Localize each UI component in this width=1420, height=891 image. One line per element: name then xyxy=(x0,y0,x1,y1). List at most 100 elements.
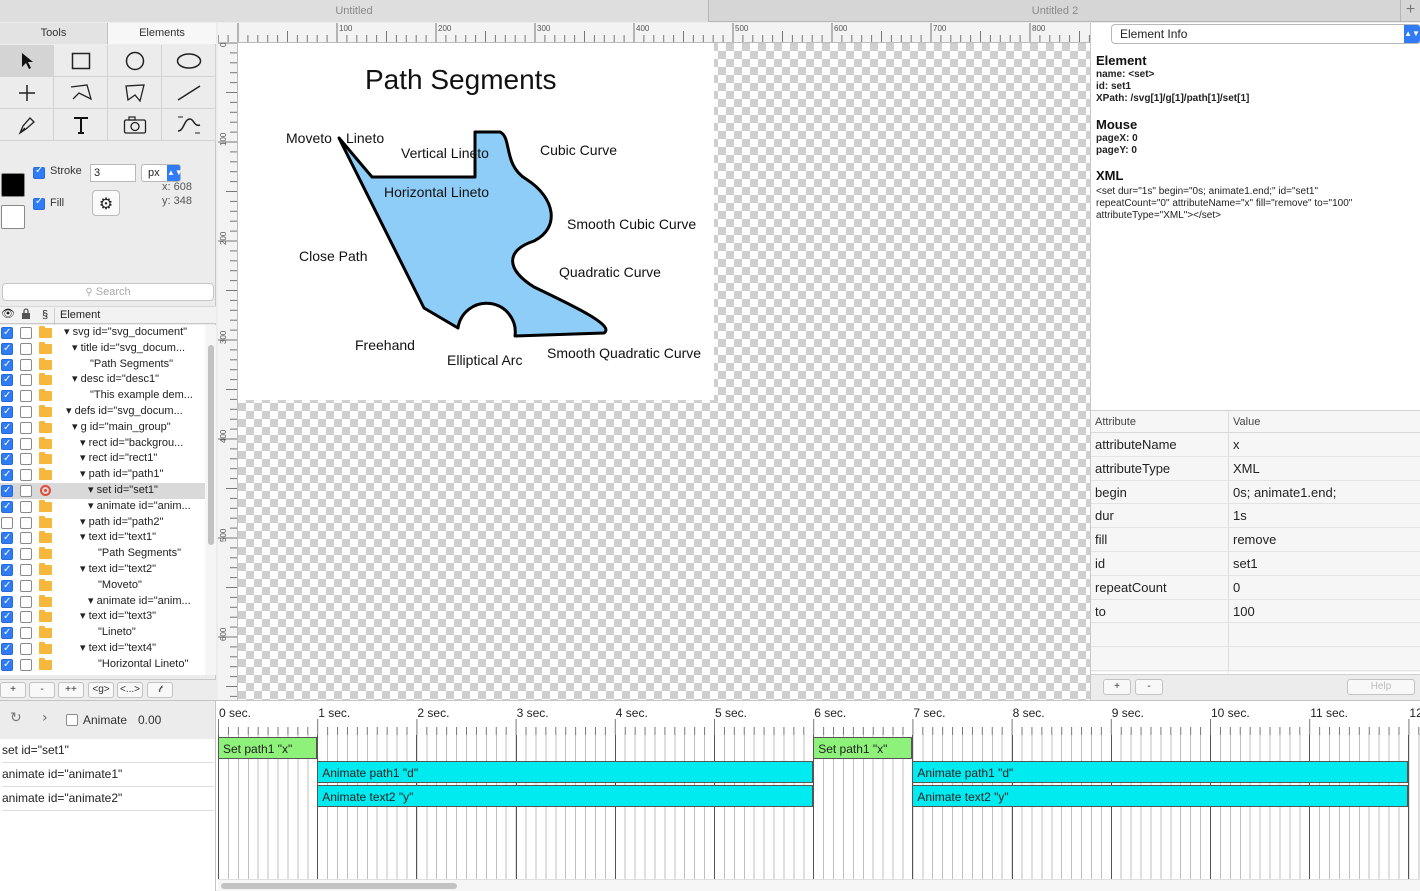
lock-checkbox[interactable] xyxy=(20,595,32,608)
lock-checkbox[interactable] xyxy=(20,421,32,434)
visibility-checkbox[interactable] xyxy=(1,516,13,529)
label-lineto[interactable]: Lineto xyxy=(346,130,384,146)
lock-checkbox[interactable] xyxy=(20,374,32,387)
tree-row[interactable]: ▾ text id="text1" xyxy=(0,530,205,546)
tree-row[interactable]: ▾ animate id="anim... xyxy=(0,499,205,515)
tree-row[interactable]: ▾ set id="set1" xyxy=(0,483,205,499)
help-button[interactable]: Help xyxy=(1347,679,1415,695)
drawing-title[interactable]: Path Segments xyxy=(365,64,556,95)
lock-checkbox[interactable] xyxy=(20,390,32,403)
lock-checkbox[interactable] xyxy=(20,358,32,371)
tree-row[interactable]: ▾ rect id="backgrou... xyxy=(0,436,205,452)
tree-row[interactable]: ▾ g id="main_group" xyxy=(0,420,205,436)
attribute-value[interactable]: x xyxy=(1233,433,1240,456)
attribute-row[interactable]: to 100 xyxy=(1091,600,1420,624)
track-label-animate1[interactable]: animate id="animate1" xyxy=(2,763,214,787)
timeline-bar[interactable]: Animate text2 "y" xyxy=(912,785,1409,807)
attribute-value[interactable]: XML xyxy=(1233,457,1260,480)
tree-row[interactable]: ▾ path id="path2" xyxy=(0,515,205,531)
lock-checkbox[interactable] xyxy=(20,453,32,466)
label-smooth-quadratic-curve[interactable]: Smooth Quadratic Curve xyxy=(547,345,701,361)
timeline-bar[interactable]: Animate path1 "d" xyxy=(912,761,1409,783)
timeline-bar[interactable]: Animate path1 "d" xyxy=(317,761,814,783)
stroke-color-swatch[interactable] xyxy=(1,173,25,197)
visibility-checkbox[interactable] xyxy=(1,357,13,372)
animate-checkbox[interactable] xyxy=(66,714,78,726)
info-panel-select[interactable]: Element Info ▲▼ xyxy=(1111,24,1420,44)
visibility-checkbox[interactable] xyxy=(1,483,13,498)
add-element-button[interactable]: + xyxy=(0,682,26,698)
duplicate-element-button[interactable]: ++ xyxy=(58,682,84,698)
attribute-column-header[interactable]: Attribute xyxy=(1095,416,1136,428)
value-column-header[interactable]: Value xyxy=(1233,416,1260,428)
attribute-row[interactable]: repeatCount 0 xyxy=(1091,576,1420,600)
visibility-checkbox[interactable] xyxy=(1,609,13,624)
timeline-ruler[interactable]: 0 sec. 1 sec. 2 sec. 3 sec. 4 sec. 5 sec. 6 se… xyxy=(218,701,1420,735)
tree-row[interactable]: ▾ text id="text4" xyxy=(0,641,205,657)
attribute-value[interactable]: 0 xyxy=(1233,576,1240,599)
attribute-row[interactable]: begin 0s; animate1.end; xyxy=(1091,481,1420,505)
tree-row[interactable]: "Horizontal Lineto" xyxy=(0,657,205,673)
track-label-set1[interactable]: set id="set1" xyxy=(2,739,214,763)
lock-checkbox[interactable] xyxy=(20,548,32,561)
lock-checkbox[interactable] xyxy=(20,643,32,655)
label-horizontal-lineto[interactable]: Horizontal Lineto xyxy=(384,184,489,200)
visibility-checkbox[interactable] xyxy=(1,420,13,435)
tree-row[interactable]: "This example dem... xyxy=(0,388,205,404)
label-elliptical-arc[interactable]: Elliptical Arc xyxy=(447,352,522,368)
stroke-checkbox[interactable] xyxy=(33,165,45,179)
play-icon[interactable]: › xyxy=(42,710,48,726)
document-tab-untitled[interactable]: Untitled xyxy=(0,0,709,22)
tree-row[interactable]: ▾ text id="text2" xyxy=(0,562,205,578)
arrow-tool-button[interactable] xyxy=(0,45,54,77)
label-moveto[interactable]: Moveto xyxy=(286,130,332,146)
attribute-row[interactable]: fill remove xyxy=(1091,528,1420,552)
lock-icon[interactable] xyxy=(21,308,31,323)
rectangle-tool-button[interactable] xyxy=(54,45,108,77)
lock-checkbox[interactable] xyxy=(20,532,32,545)
label-vertical-lineto[interactable]: Vertical Lineto xyxy=(401,145,489,161)
visibility-checkbox[interactable] xyxy=(1,578,13,593)
remove-attribute-button[interactable]: - xyxy=(1135,679,1163,695)
timeline-scrollbar-thumb[interactable] xyxy=(221,883,457,889)
visibility-checkbox[interactable] xyxy=(1,546,13,561)
attribute-row[interactable]: id set1 xyxy=(1091,552,1420,576)
lock-checkbox[interactable] xyxy=(20,469,32,482)
svg-document[interactable]: Path Segments Moveto Lineto Vertical Lin… xyxy=(238,43,714,400)
lock-checkbox[interactable] xyxy=(20,327,32,339)
lock-checkbox[interactable] xyxy=(20,579,32,592)
lock-checkbox[interactable] xyxy=(20,500,32,513)
attribute-value[interactable]: 1s xyxy=(1233,504,1247,527)
fill-checkbox[interactable] xyxy=(33,196,45,210)
tree-row[interactable]: "Path Segments" xyxy=(0,357,205,373)
tree-row[interactable]: ▾ title id="svg_docum... xyxy=(0,341,205,357)
tree-row[interactable]: "Path Segments" xyxy=(0,546,205,562)
timeline-bar[interactable]: Set path1 "x" xyxy=(813,737,913,759)
tree-row[interactable]: ▾ rect id="rect1" xyxy=(0,451,205,467)
visibility-checkbox[interactable] xyxy=(1,451,13,466)
tree-row[interactable]: ▾ svg id="svg_document" xyxy=(0,325,205,341)
visibility-checkbox[interactable] xyxy=(1,341,13,356)
eye-icon[interactable]: 👁 xyxy=(1,307,15,320)
attribute-row[interactable]: dur 1s xyxy=(1091,504,1420,529)
text-tool-button[interactable] xyxy=(54,109,108,141)
visibility-checkbox[interactable] xyxy=(1,467,13,482)
tree-row[interactable]: ▾ path id="path1" xyxy=(0,467,205,483)
pen-tool-button[interactable] xyxy=(0,109,54,141)
lock-checkbox[interactable] xyxy=(20,564,32,576)
fill-color-swatch[interactable] xyxy=(1,205,25,229)
visibility-checkbox[interactable] xyxy=(1,594,13,609)
add-attribute-button[interactable]: + xyxy=(1103,679,1131,695)
new-tab-button[interactable]: + xyxy=(1400,0,1420,22)
lock-checkbox[interactable] xyxy=(20,406,32,418)
lock-checkbox[interactable] xyxy=(20,516,32,529)
crosshair-tool-button[interactable] xyxy=(0,77,54,109)
timeline-scrollbar[interactable] xyxy=(218,879,1420,891)
circle-tool-button[interactable] xyxy=(108,45,162,77)
attribute-value[interactable]: 100 xyxy=(1233,600,1255,623)
ellipse-tool-button[interactable] xyxy=(162,45,216,77)
lock-checkbox[interactable] xyxy=(20,627,32,640)
tree-row[interactable]: "Moveto" xyxy=(0,578,205,594)
reset-icon[interactable]: ↻ xyxy=(10,710,22,726)
search-field[interactable]: ⚲ Search xyxy=(2,283,214,301)
